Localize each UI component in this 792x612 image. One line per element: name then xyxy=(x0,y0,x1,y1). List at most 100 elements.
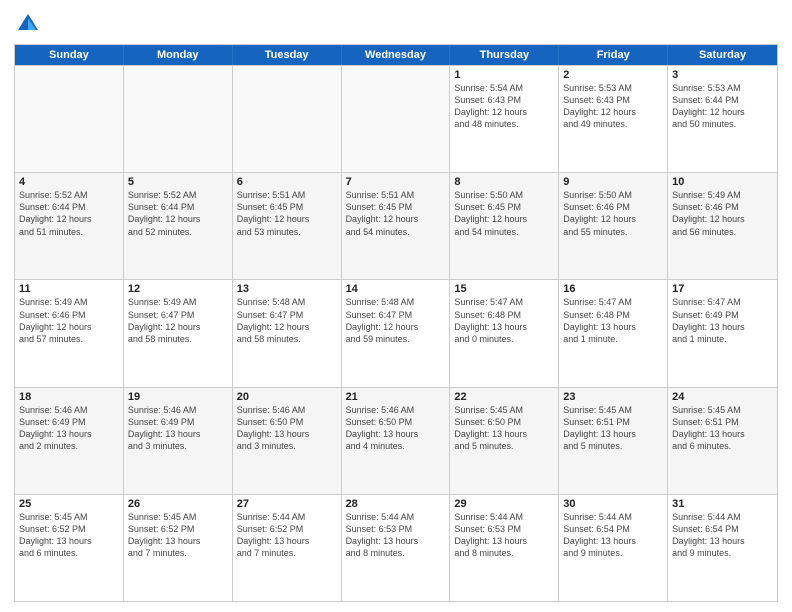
day-info: Sunrise: 5:53 AM Sunset: 6:44 PM Dayligh… xyxy=(672,82,773,131)
day-info: Sunrise: 5:50 AM Sunset: 6:46 PM Dayligh… xyxy=(563,189,663,238)
calendar-cell: 7Sunrise: 5:51 AM Sunset: 6:45 PM Daylig… xyxy=(342,173,451,279)
day-number: 9 xyxy=(563,176,663,188)
day-info: Sunrise: 5:51 AM Sunset: 6:45 PM Dayligh… xyxy=(237,189,337,238)
day-info: Sunrise: 5:45 AM Sunset: 6:51 PM Dayligh… xyxy=(563,404,663,453)
day-info: Sunrise: 5:49 AM Sunset: 6:46 PM Dayligh… xyxy=(672,189,773,238)
calendar-cell: 16Sunrise: 5:47 AM Sunset: 6:48 PM Dayli… xyxy=(559,280,668,386)
day-number: 15 xyxy=(454,283,554,295)
day-number: 4 xyxy=(19,176,119,188)
logo-icon xyxy=(14,10,42,38)
day-number: 31 xyxy=(672,498,773,510)
day-number: 16 xyxy=(563,283,663,295)
day-info: Sunrise: 5:45 AM Sunset: 6:52 PM Dayligh… xyxy=(128,511,228,560)
calendar-cell: 29Sunrise: 5:44 AM Sunset: 6:53 PM Dayli… xyxy=(450,495,559,601)
day-info: Sunrise: 5:47 AM Sunset: 6:48 PM Dayligh… xyxy=(563,296,663,345)
calendar-cell: 20Sunrise: 5:46 AM Sunset: 6:50 PM Dayli… xyxy=(233,388,342,494)
weekday-header: Friday xyxy=(559,45,668,65)
day-info: Sunrise: 5:46 AM Sunset: 6:50 PM Dayligh… xyxy=(346,404,446,453)
calendar-cell: 4Sunrise: 5:52 AM Sunset: 6:44 PM Daylig… xyxy=(15,173,124,279)
calendar-cell: 30Sunrise: 5:44 AM Sunset: 6:54 PM Dayli… xyxy=(559,495,668,601)
calendar-cell: 21Sunrise: 5:46 AM Sunset: 6:50 PM Dayli… xyxy=(342,388,451,494)
calendar-header: SundayMondayTuesdayWednesdayThursdayFrid… xyxy=(15,45,777,65)
calendar-cell: 24Sunrise: 5:45 AM Sunset: 6:51 PM Dayli… xyxy=(668,388,777,494)
calendar-row: 25Sunrise: 5:45 AM Sunset: 6:52 PM Dayli… xyxy=(15,494,777,601)
calendar-cell: 26Sunrise: 5:45 AM Sunset: 6:52 PM Dayli… xyxy=(124,495,233,601)
calendar-cell: 18Sunrise: 5:46 AM Sunset: 6:49 PM Dayli… xyxy=(15,388,124,494)
calendar-cell: 1Sunrise: 5:54 AM Sunset: 6:43 PM Daylig… xyxy=(450,66,559,172)
weekday-header: Saturday xyxy=(668,45,777,65)
day-info: Sunrise: 5:49 AM Sunset: 6:47 PM Dayligh… xyxy=(128,296,228,345)
day-info: Sunrise: 5:51 AM Sunset: 6:45 PM Dayligh… xyxy=(346,189,446,238)
calendar-cell xyxy=(124,66,233,172)
calendar-cell: 5Sunrise: 5:52 AM Sunset: 6:44 PM Daylig… xyxy=(124,173,233,279)
calendar-cell xyxy=(233,66,342,172)
calendar-row: 4Sunrise: 5:52 AM Sunset: 6:44 PM Daylig… xyxy=(15,172,777,279)
calendar-row: 11Sunrise: 5:49 AM Sunset: 6:46 PM Dayli… xyxy=(15,279,777,386)
calendar-cell: 13Sunrise: 5:48 AM Sunset: 6:47 PM Dayli… xyxy=(233,280,342,386)
weekday-header: Sunday xyxy=(15,45,124,65)
calendar-body: 1Sunrise: 5:54 AM Sunset: 6:43 PM Daylig… xyxy=(15,65,777,601)
day-number: 2 xyxy=(563,69,663,81)
calendar-cell: 6Sunrise: 5:51 AM Sunset: 6:45 PM Daylig… xyxy=(233,173,342,279)
calendar-cell: 25Sunrise: 5:45 AM Sunset: 6:52 PM Dayli… xyxy=(15,495,124,601)
day-info: Sunrise: 5:48 AM Sunset: 6:47 PM Dayligh… xyxy=(346,296,446,345)
day-info: Sunrise: 5:44 AM Sunset: 6:54 PM Dayligh… xyxy=(672,511,773,560)
calendar-cell: 3Sunrise: 5:53 AM Sunset: 6:44 PM Daylig… xyxy=(668,66,777,172)
day-info: Sunrise: 5:52 AM Sunset: 6:44 PM Dayligh… xyxy=(19,189,119,238)
day-info: Sunrise: 5:45 AM Sunset: 6:51 PM Dayligh… xyxy=(672,404,773,453)
calendar-cell: 23Sunrise: 5:45 AM Sunset: 6:51 PM Dayli… xyxy=(559,388,668,494)
calendar-cell: 15Sunrise: 5:47 AM Sunset: 6:48 PM Dayli… xyxy=(450,280,559,386)
day-number: 14 xyxy=(346,283,446,295)
day-number: 25 xyxy=(19,498,119,510)
day-number: 28 xyxy=(346,498,446,510)
day-info: Sunrise: 5:46 AM Sunset: 6:50 PM Dayligh… xyxy=(237,404,337,453)
calendar-cell: 31Sunrise: 5:44 AM Sunset: 6:54 PM Dayli… xyxy=(668,495,777,601)
day-number: 18 xyxy=(19,391,119,403)
day-number: 23 xyxy=(563,391,663,403)
day-number: 21 xyxy=(346,391,446,403)
calendar-row: 18 Sunrise: 5:46 AM Sunset: 6:49 PM Dayli… xyxy=(15,387,777,494)
calendar-cell: 11Sunrise: 5:49 AM Sunset: 6:46 PM Dayli… xyxy=(15,280,124,386)
day-number: 29 xyxy=(454,498,554,510)
day-info: Sunrise: 5:44 AM Sunset: 6:52 PM Dayligh… xyxy=(237,511,337,560)
day-number: 3 xyxy=(672,69,773,81)
calendar-cell: 27Sunrise: 5:44 AM Sunset: 6:52 PM Dayli… xyxy=(233,495,342,601)
day-info: Sunrise: 5:44 AM Sunset: 6:54 PM Dayligh… xyxy=(563,511,663,560)
day-number: 24 xyxy=(672,391,773,403)
day-number: 19 xyxy=(128,391,228,403)
day-info: Sunrise: 5:44 AM Sunset: 6:53 PM Dayligh… xyxy=(346,511,446,560)
header xyxy=(14,10,778,38)
day-number: 1 xyxy=(454,69,554,81)
day-number: 13 xyxy=(237,283,337,295)
day-info: Sunrise: 5:48 AM Sunset: 6:47 PM Dayligh… xyxy=(237,296,337,345)
day-number: 11 xyxy=(19,283,119,295)
day-number: 30 xyxy=(563,498,663,510)
day-info: Sunrise: 5:53 AM Sunset: 6:43 PM Dayligh… xyxy=(563,82,663,131)
calendar-cell: 22Sunrise: 5:45 AM Sunset: 6:50 PM Dayli… xyxy=(450,388,559,494)
calendar-row: 1Sunrise: 5:54 AM Sunset: 6:43 PM Daylig… xyxy=(15,65,777,172)
weekday-header: Thursday xyxy=(450,45,559,65)
day-number: 26 xyxy=(128,498,228,510)
day-number: 8 xyxy=(454,176,554,188)
day-info: Sunrise: 5:54 AM Sunset: 6:43 PM Dayligh… xyxy=(454,82,554,131)
calendar-cell: 10Sunrise: 5:49 AM Sunset: 6:46 PM Dayli… xyxy=(668,173,777,279)
page: SundayMondayTuesdayWednesdayThursdayFrid… xyxy=(0,0,792,612)
day-info: Sunrise: 5:46 AM Sunset: 6:49 PM Dayligh… xyxy=(128,404,228,453)
day-info: Sunrise: 5:47 AM Sunset: 6:49 PM Dayligh… xyxy=(672,296,773,345)
weekday-header: Wednesday xyxy=(342,45,451,65)
weekday-header: Monday xyxy=(124,45,233,65)
day-info: Sunrise: 5:52 AM Sunset: 6:44 PM Dayligh… xyxy=(128,189,228,238)
calendar-cell: 2Sunrise: 5:53 AM Sunset: 6:43 PM Daylig… xyxy=(559,66,668,172)
calendar-cell: 9Sunrise: 5:50 AM Sunset: 6:46 PM Daylig… xyxy=(559,173,668,279)
calendar-cell: 14Sunrise: 5:48 AM Sunset: 6:47 PM Dayli… xyxy=(342,280,451,386)
day-info: Sunrise: 5:45 AM Sunset: 6:52 PM Dayligh… xyxy=(19,511,119,560)
day-info: Sunrise: 5:44 AM Sunset: 6:53 PM Dayligh… xyxy=(454,511,554,560)
calendar-cell xyxy=(342,66,451,172)
day-info: Sunrise: 5:47 AM Sunset: 6:48 PM Dayligh… xyxy=(454,296,554,345)
day-number: 20 xyxy=(237,391,337,403)
calendar-cell: 12Sunrise: 5:49 AM Sunset: 6:47 PM Dayli… xyxy=(124,280,233,386)
day-number: 17 xyxy=(672,283,773,295)
day-number: 27 xyxy=(237,498,337,510)
logo xyxy=(14,10,46,38)
day-number: 7 xyxy=(346,176,446,188)
